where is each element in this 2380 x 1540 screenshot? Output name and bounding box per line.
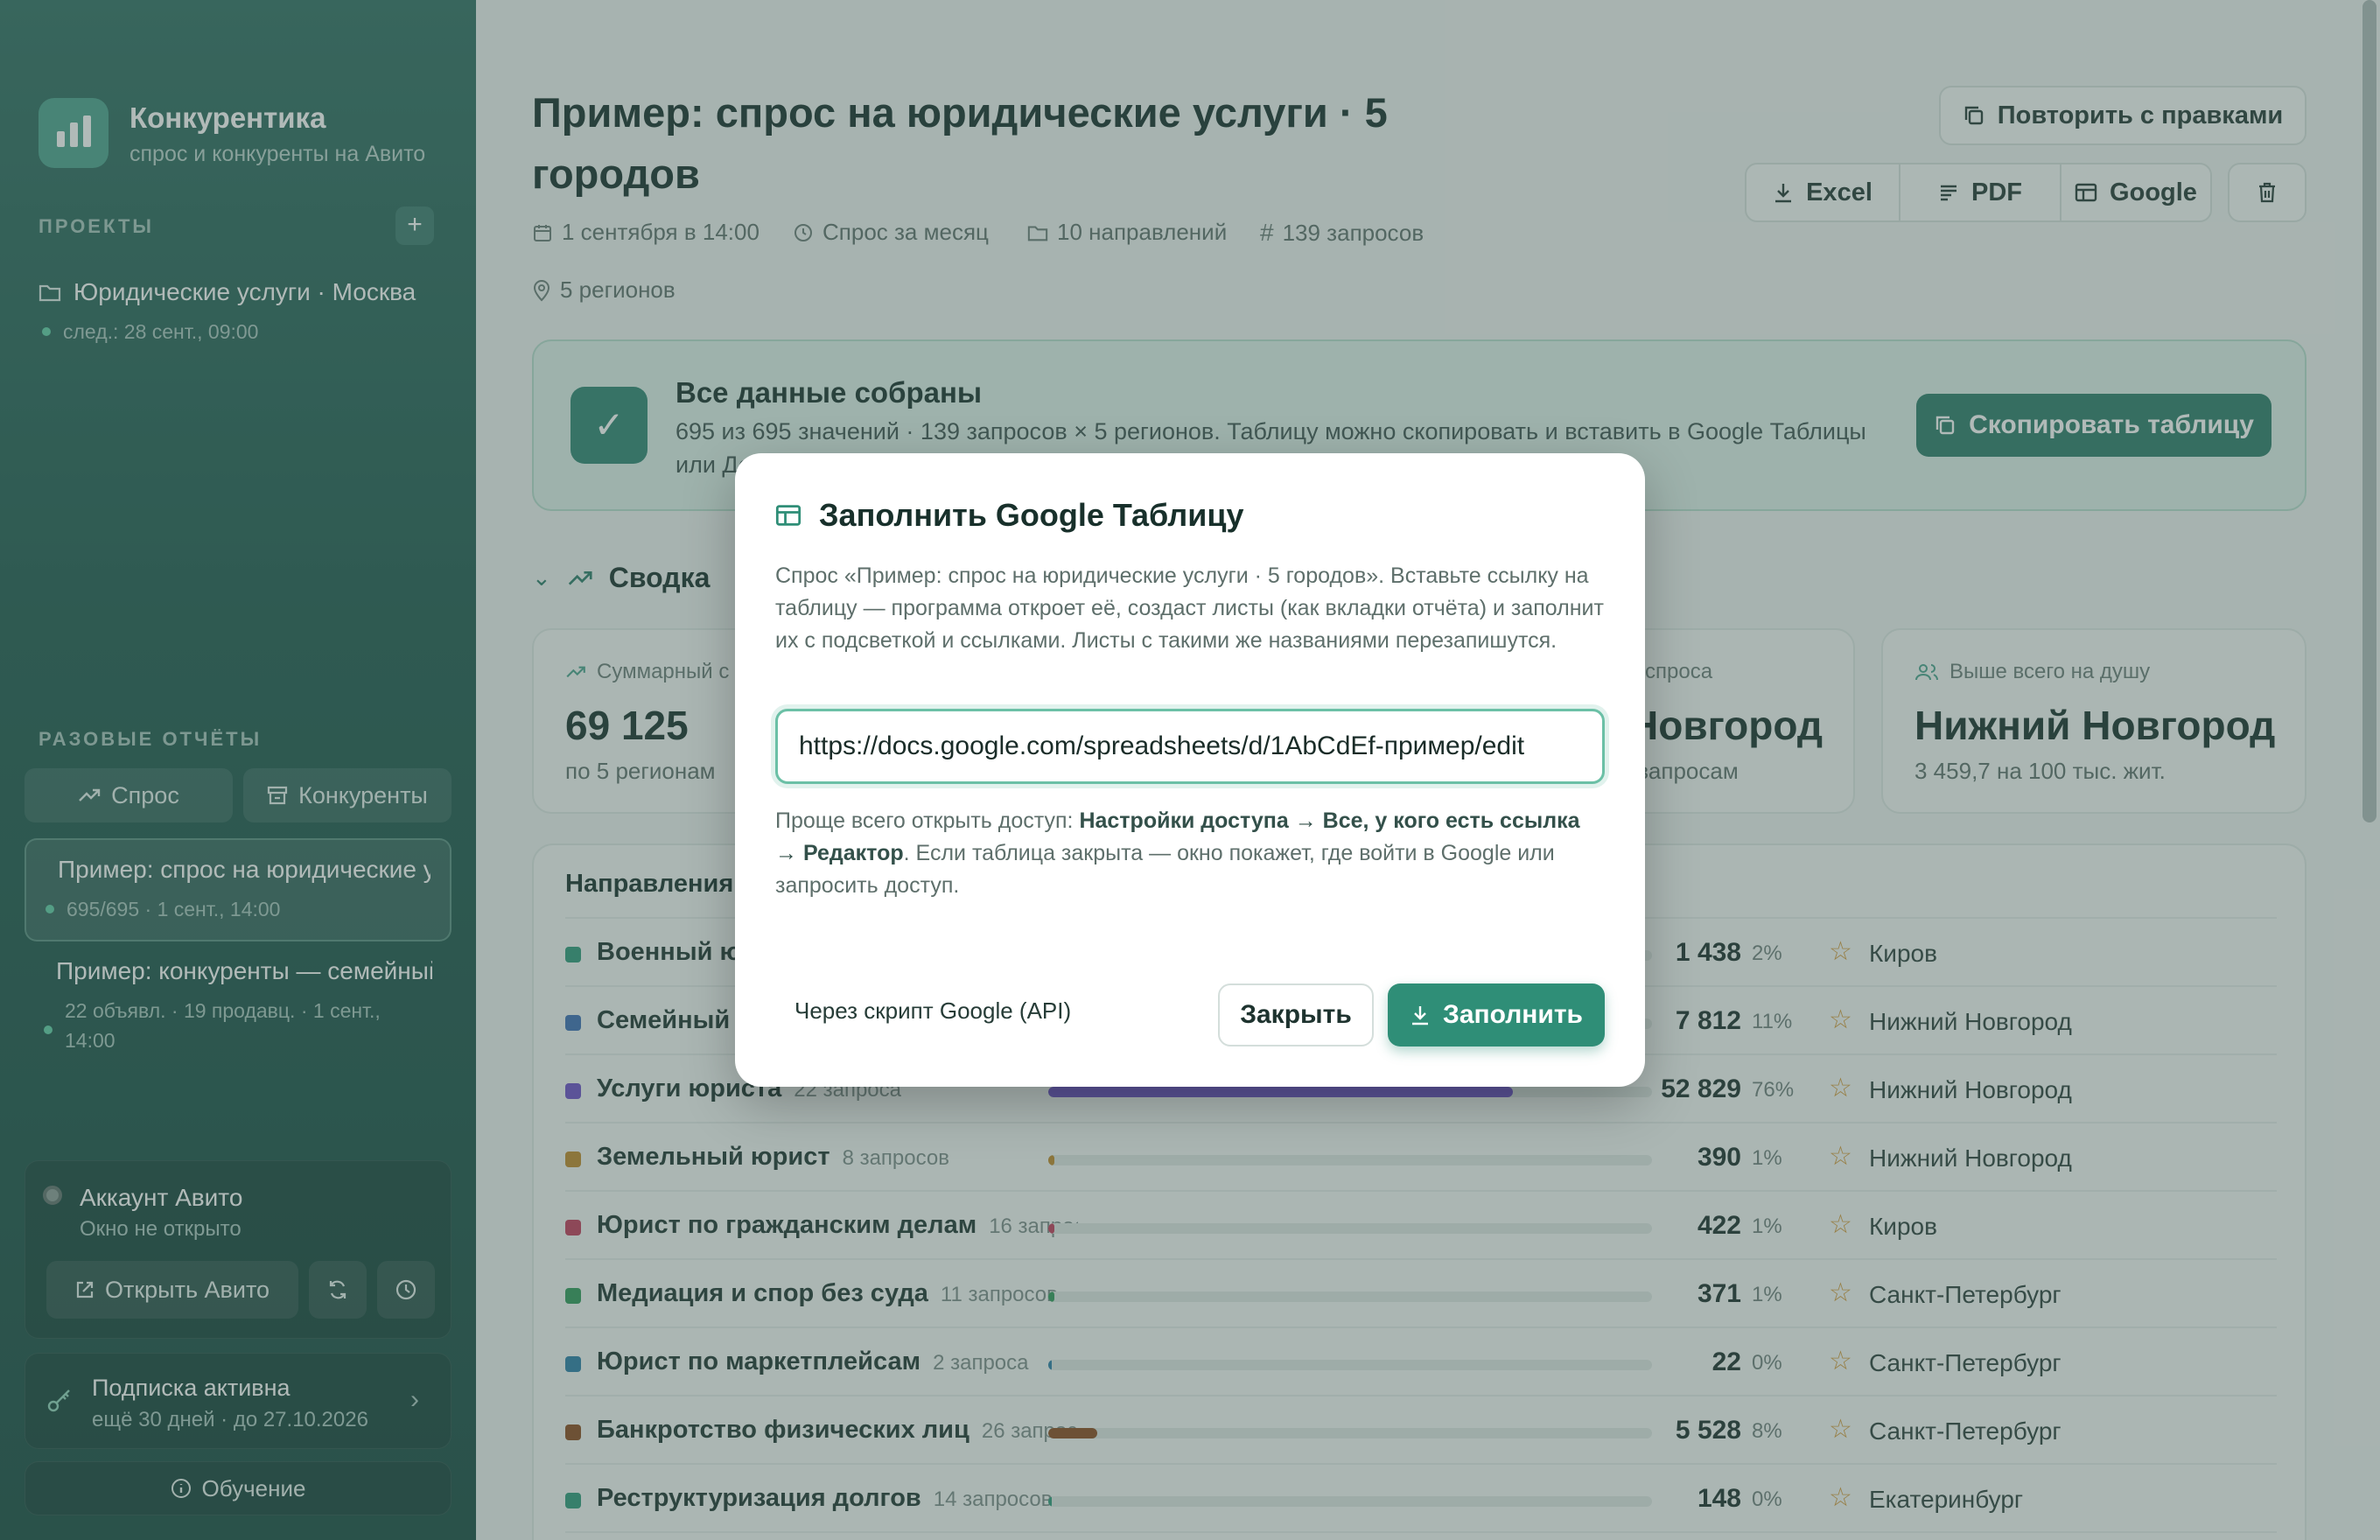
dialog-hint: Проще всего открыть доступ: Настройки до… — [775, 805, 1606, 902]
table-icon — [775, 505, 802, 526]
download-icon — [1412, 1006, 1429, 1026]
api-script-link[interactable]: Через скрипт Google (API) — [794, 998, 1071, 1025]
hint-prefix: Проще всего открыть доступ: — [775, 808, 1080, 833]
fill-button[interactable]: Заполнить — [1388, 984, 1605, 1046]
google-sheet-dialog: Заполнить Google Таблицу Спрос «Пример: … — [735, 453, 1645, 1087]
sheet-url-input[interactable]: https://docs.google.com/spreadsheets/d/1… — [775, 709, 1605, 784]
dialog-title: Заполнить Google Таблицу — [819, 497, 1244, 533]
close-button[interactable]: Закрыть — [1218, 984, 1374, 1046]
dialog-description: Спрос «Пример: спрос на юридические услу… — [775, 564, 1604, 653]
fill-label: Заполнить — [1443, 1000, 1583, 1029]
